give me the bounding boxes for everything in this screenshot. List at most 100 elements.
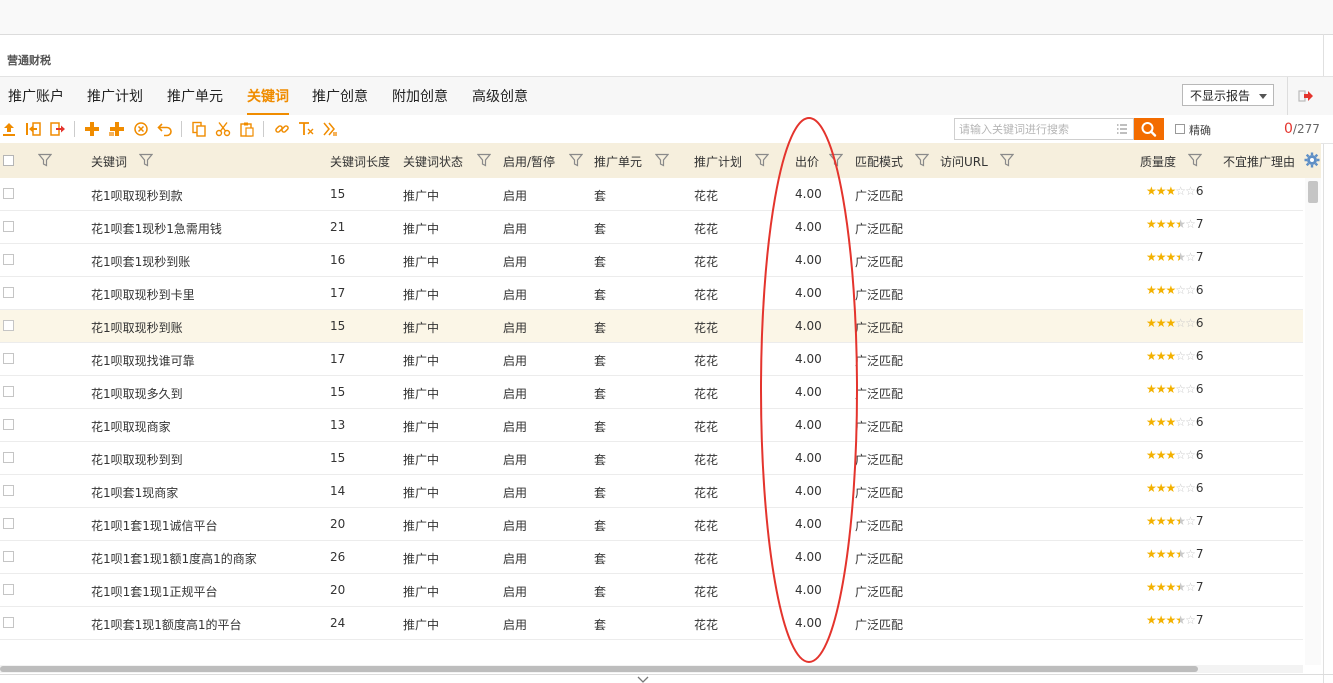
cell-bid[interactable]: 4.00	[795, 385, 822, 399]
column-quality[interactable]: 质量度	[1140, 153, 1176, 170]
filter-icon[interactable]	[38, 153, 52, 167]
cell-bid[interactable]: 4.00	[795, 253, 822, 267]
table-row[interactable]: 花1呗1套1现1额1度高1的商家 26 推广中 启用套花花 4.00 广泛匹配 ★★★★☆7	[0, 541, 1303, 574]
cell-keyword[interactable]: 花1呗取现商家	[91, 418, 171, 435]
cell-keyword[interactable]: 花1呗1套1现1诚信平台	[91, 517, 218, 534]
row-checkbox[interactable]	[3, 287, 14, 298]
filter-icon[interactable]	[915, 153, 929, 167]
cell-keyword[interactable]: 花1呗套1现1额度高1的平台	[91, 616, 242, 633]
column-adgroup[interactable]: 推广单元	[594, 153, 642, 170]
cell-bid[interactable]: 4.00	[795, 517, 822, 531]
table-row[interactable]: 花1呗取现多久到 15 推广中 启用套花花 4.00 广泛匹配 ★★★☆☆6	[0, 376, 1303, 409]
column-enable-pause[interactable]: 启用/暂停	[503, 153, 555, 170]
cell-keyword[interactable]: 花1呗取现秒到卡里	[91, 286, 195, 303]
column-keyword[interactable]: 关键词	[91, 153, 127, 170]
tab-extension[interactable]: 附加创意	[392, 86, 448, 106]
table-row[interactable]: 花1呗1套1现1正规平台 20 推广中 启用套花花 4.00 广泛匹配 ★★★★☆7	[0, 574, 1303, 607]
column-campaign[interactable]: 推广计划	[694, 153, 742, 170]
table-row[interactable]: 花1呗套1现商家 14 推广中 启用套花花 4.00 广泛匹配 ★★★☆☆6	[0, 475, 1303, 508]
row-checkbox[interactable]	[3, 320, 14, 331]
filter-icon[interactable]	[1188, 153, 1202, 167]
table-row[interactable]: 花1呗取现秒到卡里 17 推广中 启用套花花 4.00 广泛匹配 ★★★☆☆6	[0, 277, 1303, 310]
cell-bid[interactable]: 4.00	[795, 418, 822, 432]
table-row[interactable]: 花1呗取现秒到到 15 推广中 启用套花花 4.00 广泛匹配 ★★★☆☆6	[0, 442, 1303, 475]
table-row[interactable]: 花1呗1套1现1诚信平台 20 推广中 启用套花花 4.00 广泛匹配 ★★★★☆7	[0, 508, 1303, 541]
cell-bid[interactable]: 4.00	[795, 352, 822, 366]
row-checkbox[interactable]	[3, 254, 14, 265]
copy-icon[interactable]	[191, 121, 207, 137]
cell-keyword[interactable]: 花1呗套1现商家	[91, 484, 178, 501]
delete-icon[interactable]	[133, 121, 149, 137]
column-visit-url[interactable]: 访问URL	[940, 153, 988, 170]
column-bid[interactable]: 出价	[795, 153, 819, 170]
column-match-type[interactable]: 匹配模式	[855, 153, 903, 170]
table-row[interactable]: 花1呗取现商家 13 推广中 启用套花花 4.00 广泛匹配 ★★★☆☆6	[0, 409, 1303, 442]
cell-keyword[interactable]: 花1呗套1现秒1急需用钱	[91, 220, 222, 237]
tab-account[interactable]: 推广账户	[8, 86, 64, 106]
tab-advanced-creative[interactable]: 高级创意	[472, 86, 528, 106]
cell-keyword[interactable]: 花1呗1套1现1正规平台	[91, 583, 218, 600]
undo-icon[interactable]	[157, 121, 173, 137]
tab-campaign[interactable]: 推广计划	[87, 86, 143, 106]
cell-bid[interactable]: 4.00	[795, 286, 822, 300]
filter-icon[interactable]	[1000, 153, 1014, 167]
add-icon[interactable]	[84, 121, 100, 137]
cell-bid[interactable]: 4.00	[795, 220, 822, 234]
cell-keyword[interactable]: 花1呗取现秒到款	[91, 187, 183, 204]
column-unsuitable-reason[interactable]: 不宜推广理由	[1223, 153, 1301, 170]
format-icon[interactable]	[322, 121, 338, 137]
paste-icon[interactable]	[239, 121, 255, 137]
row-checkbox[interactable]	[3, 188, 14, 199]
report-select[interactable]: 不显示报告	[1182, 84, 1274, 106]
tab-creative[interactable]: 推广创意	[312, 86, 368, 106]
list-icon[interactable]	[1116, 123, 1128, 135]
horizontal-scroll-thumb[interactable]	[0, 666, 1198, 672]
row-checkbox[interactable]	[3, 386, 14, 397]
cell-bid[interactable]: 4.00	[795, 550, 822, 564]
cell-keyword[interactable]: 花1呗取现秒到到	[91, 451, 183, 468]
table-row[interactable]: 花1呗套1现1额度高1的平台 24 推广中 启用套花花 4.00 广泛匹配 ★★★★☆7	[0, 607, 1303, 640]
precise-match-checkbox[interactable]	[1175, 124, 1185, 134]
table-row[interactable]: 花1呗取现秒到款 15 推广中 启用套花花 4.00 广泛匹配 ★★★☆☆6	[0, 178, 1303, 211]
cell-bid[interactable]: 4.00	[795, 616, 822, 630]
cell-bid[interactable]: 4.00	[795, 319, 822, 333]
export-icon[interactable]	[50, 121, 66, 137]
cut-icon[interactable]	[215, 121, 231, 137]
exit-icon[interactable]	[1298, 89, 1314, 103]
row-checkbox[interactable]	[3, 353, 14, 364]
chevron-down-icon[interactable]	[637, 676, 649, 683]
upload-icon[interactable]	[1, 121, 17, 137]
filter-icon[interactable]	[755, 153, 769, 167]
cell-bid[interactable]: 4.00	[795, 484, 822, 498]
table-row[interactable]: 花1呗套1现秒1急需用钱 21 推广中 启用套花花 4.00 广泛匹配 ★★★★☆7	[0, 211, 1303, 244]
filter-icon[interactable]	[139, 153, 153, 167]
filter-icon[interactable]	[569, 153, 583, 167]
row-checkbox[interactable]	[3, 518, 14, 529]
cell-bid[interactable]: 4.00	[795, 187, 822, 201]
row-checkbox[interactable]	[3, 485, 14, 496]
row-checkbox[interactable]	[3, 551, 14, 562]
table-row[interactable]: 花1呗取现找谁可靠 17 推广中 启用套花花 4.00 广泛匹配 ★★★☆☆6	[0, 343, 1303, 376]
select-all-checkbox[interactable]	[3, 155, 14, 166]
filter-icon[interactable]	[477, 153, 491, 167]
cell-bid[interactable]: 4.00	[795, 451, 822, 465]
row-checkbox[interactable]	[3, 617, 14, 628]
cell-keyword[interactable]: 花1呗套1现秒到账	[91, 253, 190, 270]
search-button[interactable]	[1134, 118, 1164, 140]
horizontal-scrollbar[interactable]	[0, 665, 1303, 673]
table-row[interactable]: 花1呗取现秒到账 15 推广中 启用套花花 4.00 广泛匹配 ★★★☆☆6	[0, 310, 1303, 343]
column-keyword-status[interactable]: 关键词状态	[403, 153, 463, 170]
keyword-search-input[interactable]	[954, 118, 1134, 140]
tab-adgroup[interactable]: 推广单元	[167, 86, 223, 106]
cell-keyword[interactable]: 花1呗取现多久到	[91, 385, 183, 402]
cell-keyword[interactable]: 花1呗取现秒到账	[91, 319, 183, 336]
cell-bid[interactable]: 4.00	[795, 583, 822, 597]
row-checkbox[interactable]	[3, 452, 14, 463]
vertical-scroll-thumb[interactable]	[1308, 181, 1318, 203]
column-keyword-length[interactable]: 关键词长度	[330, 153, 390, 170]
batch-add-icon[interactable]	[108, 121, 124, 137]
filter-icon[interactable]	[829, 153, 843, 167]
table-row[interactable]: 花1呗套1现秒到账 16 推广中 启用套花花 4.00 广泛匹配 ★★★★☆7	[0, 244, 1303, 277]
text-replace-icon[interactable]	[298, 121, 314, 137]
vertical-scrollbar[interactable]	[1305, 178, 1321, 665]
